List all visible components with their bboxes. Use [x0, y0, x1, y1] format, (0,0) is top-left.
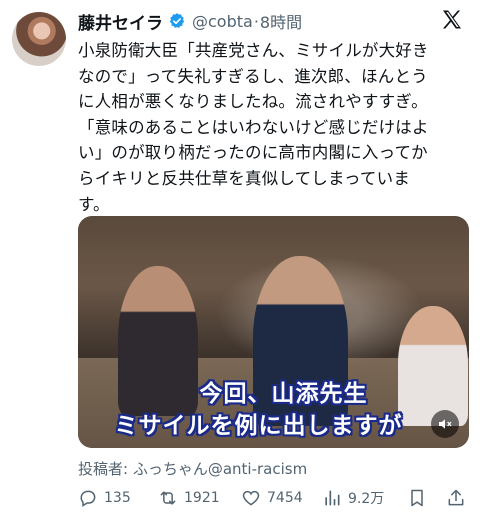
post-time[interactable]: 8時間 — [260, 9, 302, 33]
reply-button[interactable]: 135 — [78, 488, 131, 508]
separator-dot: · — [253, 11, 259, 31]
repost-count: 1921 — [184, 490, 220, 506]
repost-icon — [160, 491, 176, 505]
like-button[interactable]: 7454 — [241, 488, 303, 508]
share-icon — [448, 489, 464, 506]
mute-icon — [439, 419, 452, 429]
reply-count: 135 — [104, 490, 131, 506]
bookmark-button[interactable] — [407, 488, 433, 508]
author-name[interactable]: 藤井セイラ — [78, 9, 163, 34]
bookmark-icon — [411, 489, 423, 507]
views-count: 9.2万 — [348, 491, 385, 507]
views-button[interactable]: 9.2万 — [322, 488, 384, 508]
views-icon — [325, 490, 340, 506]
video-poster-credit[interactable]: 投稿者: ふっちゃん@anti-racism — [78, 458, 307, 479]
like-icon — [242, 490, 260, 506]
reply-icon — [80, 490, 96, 507]
like-count: 7454 — [267, 490, 303, 506]
x-logo-icon — [443, 10, 461, 29]
repost-button[interactable]: 1921 — [158, 488, 220, 508]
tweet-header: 藤井セイラ @cobta · 8時間 — [78, 8, 468, 34]
mute-button[interactable] — [431, 410, 459, 438]
verified-icon — [169, 13, 185, 28]
video-subtitle-line2: ミサイルを例に出しますが — [114, 413, 403, 439]
video-player[interactable]: 今回、山添先生 ミサイルを例に出しますが — [78, 216, 469, 448]
action-bar: 135 1921 7454 9.2万 — [78, 486, 470, 510]
avatar[interactable] — [12, 12, 66, 66]
tweet-text: 小泉防衛大臣「共産党さん、ミサイルが大好き なので」って失礼すぎるし、進次郎、ほ… — [78, 41, 429, 214]
author-handle[interactable]: @cobta — [192, 12, 253, 31]
video-subtitle-line1: 今回、山添先生 — [199, 381, 368, 407]
share-button[interactable] — [446, 488, 472, 508]
